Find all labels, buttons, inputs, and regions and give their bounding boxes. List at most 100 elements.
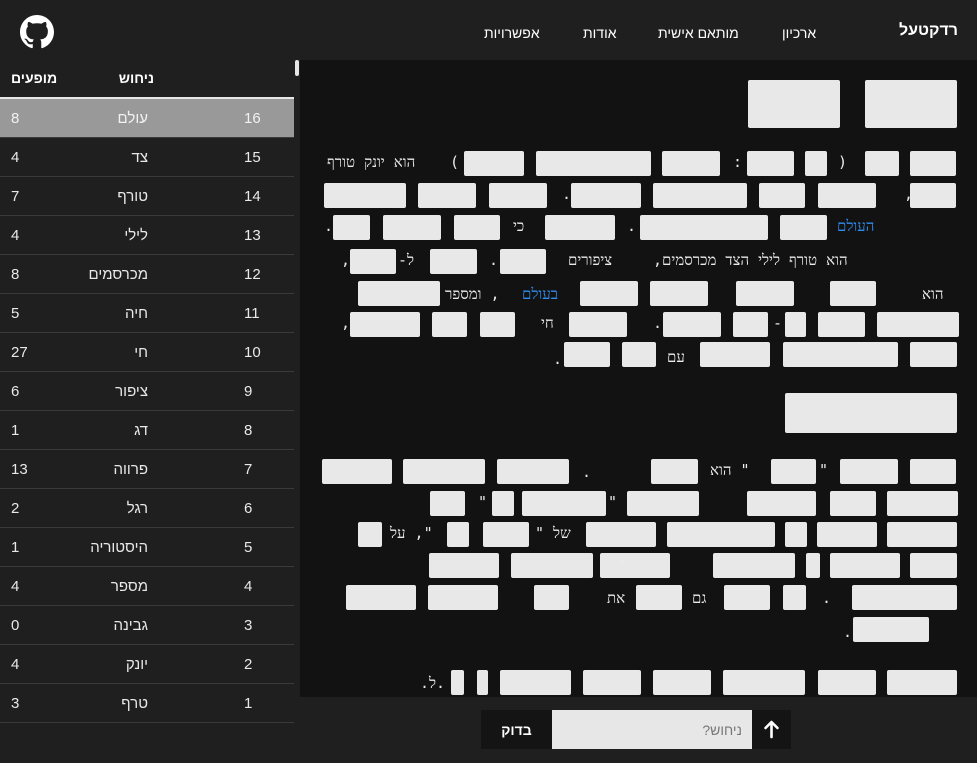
redacted-word[interactable] (830, 281, 876, 306)
guess-row[interactable]: 16 עולם 8 (0, 99, 294, 138)
redacted-word[interactable] (492, 491, 514, 516)
redacted-word[interactable] (511, 553, 593, 578)
redacted-word[interactable] (497, 459, 569, 484)
arrow-up-icon[interactable] (752, 710, 791, 749)
redacted-word[interactable] (429, 553, 499, 578)
redacted-word[interactable] (322, 459, 392, 484)
guess-row[interactable]: 15 צד 4 (0, 138, 294, 177)
redacted-word[interactable] (650, 281, 708, 306)
redacted-word[interactable] (483, 522, 529, 547)
redacted-word[interactable] (383, 215, 441, 240)
redacted-word[interactable] (586, 522, 656, 547)
redacted-word[interactable] (403, 459, 485, 484)
guess-column-header[interactable]: ניחוש (119, 70, 154, 86)
redacted-word[interactable] (324, 183, 406, 208)
redacted-word[interactable] (651, 459, 698, 484)
guess-row[interactable]: 5 היסטוריה 1 (0, 528, 294, 567)
redacted-word[interactable] (454, 215, 500, 240)
redacted-word[interactable] (451, 670, 464, 695)
github-icon[interactable] (20, 15, 54, 49)
redacted-word[interactable] (500, 670, 571, 695)
guess-row[interactable]: 9 ציפור 6 (0, 372, 294, 411)
guess-row[interactable]: 14 טורף 7 (0, 177, 294, 216)
redacted-word[interactable] (852, 585, 957, 610)
guess-row[interactable]: 6 רגל 2 (0, 489, 294, 528)
nav-archive[interactable]: ארכיון (782, 25, 816, 41)
redacted-word[interactable] (346, 585, 416, 610)
redacted-word[interactable] (736, 281, 794, 306)
redacted-word[interactable] (747, 151, 794, 176)
redacted-word[interactable] (723, 670, 805, 695)
guess-row[interactable]: 2 יונק 4 (0, 645, 294, 684)
brand-title[interactable]: רדקטעל (899, 22, 958, 40)
redacted-word[interactable] (865, 151, 899, 176)
redacted-word[interactable] (713, 553, 795, 578)
redacted-word[interactable] (783, 585, 806, 610)
redacted-word[interactable] (818, 670, 876, 695)
redacted-word[interactable] (428, 585, 498, 610)
redacted-word[interactable] (500, 249, 546, 274)
redacted-word[interactable] (887, 491, 958, 516)
redacted-word[interactable] (622, 342, 656, 367)
redacted-word[interactable] (534, 585, 569, 610)
redacted-word[interactable] (447, 522, 469, 547)
redacted-word[interactable] (818, 183, 876, 208)
redacted-word[interactable] (653, 670, 711, 695)
redacted-word[interactable] (569, 312, 627, 337)
redacted-word[interactable] (464, 151, 524, 176)
redacted-word[interactable] (783, 342, 898, 367)
redacted-title-word[interactable] (748, 80, 840, 128)
nav-custom[interactable]: מותאם אישית (658, 25, 739, 41)
guess-row[interactable]: 7 פרווה 13 (0, 450, 294, 489)
redacted-word[interactable] (780, 215, 827, 240)
redacted-word[interactable] (785, 522, 807, 547)
redacted-word[interactable] (877, 312, 959, 337)
nav-about[interactable]: אודות (583, 25, 617, 41)
redacted-word[interactable] (545, 215, 615, 240)
redacted-word[interactable] (910, 553, 957, 578)
nav-options[interactable]: אפשרויות (484, 25, 540, 41)
redacted-word[interactable] (571, 183, 641, 208)
redacted-word[interactable] (333, 215, 370, 240)
redacted-word[interactable] (536, 151, 651, 176)
redacted-word[interactable] (489, 183, 547, 208)
redacted-word[interactable] (430, 249, 477, 274)
redacted-word[interactable] (805, 151, 827, 176)
redacted-word[interactable] (477, 670, 488, 695)
redacted-word[interactable] (580, 281, 638, 306)
redacted-word[interactable] (887, 670, 957, 695)
redacted-word[interactable] (667, 522, 775, 547)
guess-row[interactable]: 10 חי 27 (0, 333, 294, 372)
redacted-word[interactable] (522, 491, 606, 516)
guess-row[interactable]: 11 חיה 5 (0, 294, 294, 333)
redacted-word[interactable] (910, 183, 956, 208)
scrollbar-thumb[interactable] (295, 60, 299, 76)
guess-row[interactable]: 12 מכרסמים 8 (0, 255, 294, 294)
guess-row[interactable]: 8 דג 1 (0, 411, 294, 450)
redacted-word[interactable] (785, 312, 806, 337)
redacted-word[interactable] (771, 459, 816, 484)
redacted-word[interactable] (887, 522, 957, 547)
redacted-word[interactable] (627, 491, 699, 516)
redacted-word[interactable] (747, 491, 816, 516)
check-button[interactable]: בדוק (481, 710, 552, 749)
guess-input[interactable] (552, 710, 752, 749)
guess-row[interactable]: 4 מספר 4 (0, 567, 294, 606)
redacted-word[interactable] (358, 522, 382, 547)
redacted-word[interactable] (818, 312, 865, 337)
text-the-world-link[interactable]: העולם (837, 217, 874, 236)
redacted-word[interactable] (724, 585, 770, 610)
redacted-section-heading[interactable] (785, 393, 957, 433)
redacted-word[interactable] (480, 312, 515, 337)
redacted-word[interactable] (733, 312, 768, 337)
redacted-word[interactable] (840, 459, 898, 484)
redacted-word[interactable] (583, 670, 641, 695)
redacted-word[interactable] (358, 281, 440, 306)
redacted-word[interactable] (700, 342, 770, 367)
redacted-word[interactable] (853, 617, 929, 642)
redacted-word[interactable] (640, 215, 768, 240)
redacted-word[interactable] (636, 585, 682, 610)
redacted-word[interactable] (830, 553, 900, 578)
redacted-word[interactable] (663, 312, 721, 337)
redacted-word[interactable] (432, 312, 467, 337)
